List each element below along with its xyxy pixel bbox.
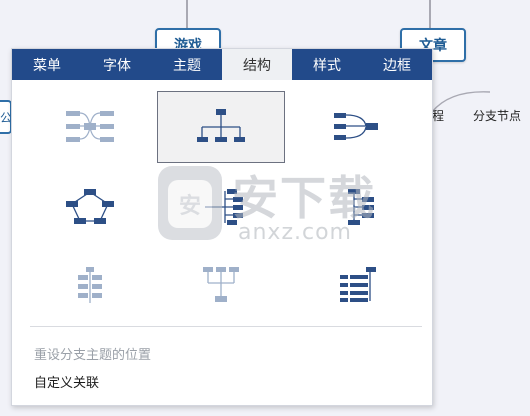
tree-right-structure-icon [348, 189, 374, 225]
tab-menu[interactable]: 菜单 [12, 49, 82, 80]
org-chart-structure-icon [197, 109, 245, 142]
structure-option-logic-right[interactable] [292, 91, 420, 163]
mind-map-structure-icon [66, 111, 114, 142]
panel-tab-bar: 菜单 字体 主题 结构 样式 边框 [12, 49, 432, 80]
tab-style[interactable]: 样式 [292, 49, 362, 80]
bracket-list-structure-icon [340, 267, 376, 302]
branch-label-process[interactable]: 程 [432, 107, 444, 124]
connector-line [429, 0, 431, 30]
structure-option-tree-down[interactable] [157, 249, 285, 321]
structure-option-tree-left[interactable] [157, 171, 285, 243]
tree-down-structure-icon [203, 267, 239, 302]
circular-structure-icon [66, 189, 114, 224]
connector-line [186, 0, 188, 30]
structure-option-tree-right[interactable] [292, 171, 420, 243]
logic-right-structure-icon [334, 113, 378, 140]
structure-option-bracket-list[interactable] [292, 249, 420, 321]
reset-branch-position-item: 重设分支主题的位置 [34, 348, 152, 363]
structure-panel: 菜单 字体 主题 结构 样式 边框 重设分支主题的位置 自定义关联 [11, 48, 433, 406]
structure-option-org-chart[interactable] [157, 91, 285, 163]
structure-grid [26, 91, 420, 321]
tree-left-structure-icon [204, 189, 243, 225]
menu-divider [30, 326, 422, 327]
structure-option-timeline-vertical[interactable] [26, 249, 154, 321]
branch-label-branch-node[interactable]: 分支节点 [473, 107, 521, 124]
structure-option-mind-map[interactable] [26, 91, 154, 163]
timeline-vertical-structure-icon [78, 267, 102, 303]
structure-option-circular[interactable] [26, 171, 154, 243]
tab-theme[interactable]: 主题 [152, 49, 222, 80]
tab-border[interactable]: 边框 [362, 49, 432, 80]
tab-structure[interactable]: 结构 [222, 49, 292, 80]
tab-font[interactable]: 字体 [82, 49, 152, 80]
custom-relation-item[interactable]: 自定义关联 [34, 372, 99, 391]
